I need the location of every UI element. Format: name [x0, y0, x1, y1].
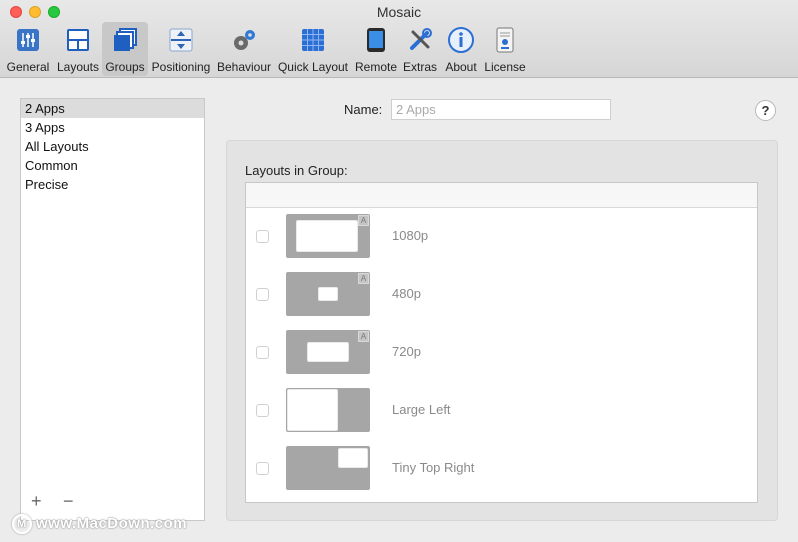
- groups-list[interactable]: 2 Apps 3 Apps All Layouts Common Precise…: [20, 98, 205, 521]
- help-button[interactable]: ?: [755, 100, 776, 121]
- toolbar-label: Remote: [354, 60, 398, 74]
- layout-thumbnail: [286, 388, 370, 432]
- toolbar-positioning[interactable]: Positioning: [151, 22, 211, 76]
- sliders-icon: [17, 29, 39, 51]
- table-header: [246, 183, 757, 208]
- layout-thumbnail: A: [286, 330, 370, 374]
- layout-name: 480p: [392, 286, 421, 301]
- watermark: Mwww.MacDown.com: [12, 514, 187, 534]
- panel-title: Layouts in Group:: [245, 163, 348, 178]
- toolbar-license[interactable]: License: [483, 22, 527, 76]
- toolbar-behaviour[interactable]: Behaviour: [215, 22, 273, 76]
- layout-thumbnail: [286, 446, 370, 490]
- remove-group-button[interactable]: −: [63, 491, 74, 512]
- layout-row[interactable]: A 1080p: [256, 214, 746, 258]
- toolbar-label: Quick Layout: [277, 60, 349, 74]
- watermark-text: www.MacDown.com: [36, 514, 188, 532]
- layouts-table: A 1080p A 480p A 720p Large Left Tiny To…: [245, 182, 758, 503]
- toolbar-label: General: [6, 60, 50, 74]
- toolbar-label: License: [484, 60, 526, 74]
- groups-icon: [114, 28, 137, 51]
- layout-row[interactable]: Tiny Top Right: [256, 446, 746, 490]
- toolbar-extras[interactable]: Extras: [401, 22, 439, 76]
- group-item[interactable]: 2 Apps: [21, 99, 204, 118]
- layout-name: 720p: [392, 344, 421, 359]
- toolbar-remote[interactable]: Remote: [354, 22, 398, 76]
- name-label: Name:: [344, 102, 383, 117]
- toolbar-label: Behaviour: [216, 60, 272, 74]
- layout-checkbox[interactable]: [256, 230, 269, 243]
- toolbar-groups[interactable]: Groups: [102, 22, 148, 76]
- toolbar-label: Layouts: [56, 60, 100, 74]
- layout-thumbnail: A: [286, 214, 370, 258]
- layout-checkbox[interactable]: [256, 462, 269, 475]
- name-field[interactable]: [391, 99, 611, 120]
- auto-badge: A: [358, 331, 369, 342]
- layout-row[interactable]: A 720p: [256, 330, 746, 374]
- toolbar-label: Extras: [402, 60, 437, 74]
- layout-row[interactable]: Large Left: [256, 388, 746, 432]
- layout-checkbox[interactable]: [256, 288, 269, 301]
- toolbar-label: Groups: [105, 60, 145, 74]
- group-item[interactable]: Common: [21, 156, 204, 175]
- layout-name: Large Left: [392, 402, 451, 417]
- gears-icon: [234, 30, 255, 50]
- watermark-logo-icon: M: [12, 514, 32, 534]
- license-icon: [496, 27, 514, 53]
- layout-row[interactable]: A 480p: [256, 272, 746, 316]
- toolbar-quick-layout[interactable]: Quick Layout: [277, 22, 349, 76]
- toolbar-label: Positioning: [151, 60, 211, 74]
- auto-badge: A: [358, 273, 369, 284]
- info-icon: [448, 27, 474, 53]
- toolbar-layouts[interactable]: Layouts: [54, 22, 102, 76]
- toolbar-general[interactable]: General: [5, 22, 51, 76]
- tools-icon: [410, 28, 432, 50]
- layouts-icon: [67, 29, 89, 51]
- layout-name: 1080p: [392, 228, 429, 243]
- positioning-icon: [169, 28, 193, 52]
- layout-name: Tiny Top Right: [392, 460, 475, 475]
- toolbar-label: About: [445, 60, 477, 74]
- auto-badge: A: [358, 215, 369, 226]
- title-bar: Mosaic General Layouts Groups Positionin…: [0, 0, 798, 78]
- group-item[interactable]: 3 Apps: [21, 118, 204, 137]
- group-item[interactable]: Precise: [21, 175, 204, 194]
- grid-icon: [302, 29, 324, 51]
- group-item[interactable]: All Layouts: [21, 137, 204, 156]
- add-group-button[interactable]: +: [31, 491, 42, 512]
- layout-thumbnail: A: [286, 272, 370, 316]
- toolbar-about[interactable]: About: [443, 22, 479, 76]
- layout-checkbox[interactable]: [256, 346, 269, 359]
- tablet-icon: [367, 28, 385, 52]
- window-title: Mosaic: [376, 4, 422, 20]
- layout-checkbox[interactable]: [256, 404, 269, 417]
